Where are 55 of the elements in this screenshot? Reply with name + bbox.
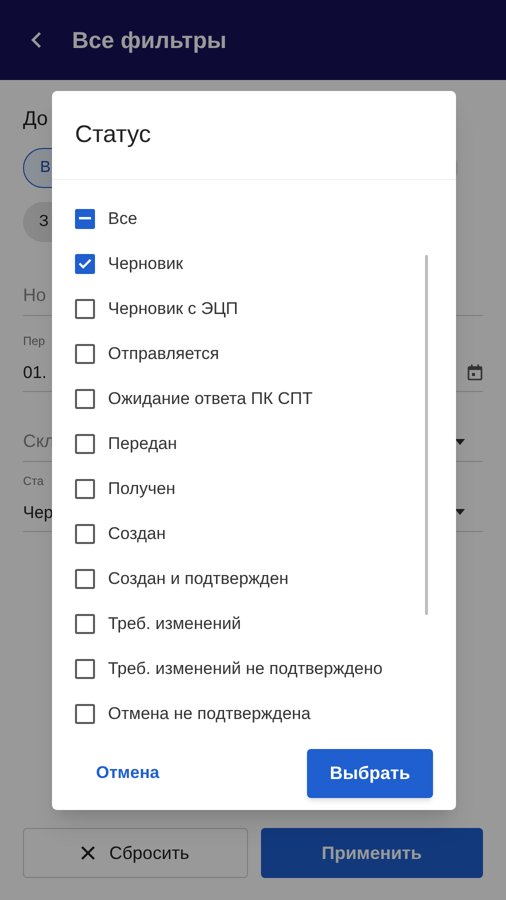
dropdown-arrow-icon[interactable]: [455, 509, 465, 515]
option-label: Треб. изменений не подтверждено: [108, 658, 383, 680]
option-label: Треб. изменений: [108, 612, 241, 635]
checkbox[interactable]: [75, 478, 95, 498]
option-label: Черновик: [108, 252, 184, 275]
checkbox[interactable]: [75, 658, 95, 678]
field-label: Пер: [23, 332, 46, 350]
option-label: Ожидание ответа ПК СПТ: [108, 388, 313, 410]
status-option[interactable]: Отправляется: [52, 331, 456, 376]
status-option[interactable]: Треб. изменений: [52, 601, 456, 646]
apply-button[interactable]: Применить: [260, 828, 483, 878]
field-value: 01.: [23, 362, 47, 384]
status-option[interactable]: Получен: [52, 466, 456, 511]
field-value: Чер: [23, 502, 54, 524]
status-option[interactable]: Черновик: [52, 241, 456, 286]
cancel-button[interactable]: Отмена: [75, 748, 180, 798]
option-label: Все: [108, 208, 138, 230]
section-title: До: [23, 107, 49, 132]
reset-button[interactable]: Сбросить: [23, 828, 248, 878]
option-label: Создан: [108, 522, 166, 545]
select-all-option[interactable]: Все: [52, 196, 456, 241]
close-icon: [81, 846, 96, 860]
checkbox[interactable]: [75, 208, 95, 228]
status-option[interactable]: Черновик с ЭЦП: [52, 286, 456, 331]
option-label: Черновик с ЭЦП: [108, 298, 238, 320]
status-option[interactable]: Ожидание ответа ПК СПТ: [52, 376, 456, 421]
checkbox[interactable]: [75, 614, 95, 634]
checkbox[interactable]: [75, 434, 95, 454]
status-option[interactable]: Передан: [52, 421, 456, 466]
check-icon: [78, 258, 92, 269]
dialog-title: Статус: [75, 120, 151, 150]
dropdown-arrow-icon[interactable]: [455, 439, 465, 445]
checkbox[interactable]: [75, 344, 95, 364]
checkbox[interactable]: [75, 524, 95, 544]
status-option[interactable]: Создан: [52, 511, 456, 556]
calendar-icon[interactable]: [467, 364, 483, 381]
checkbox[interactable]: [75, 298, 95, 318]
checkbox[interactable]: [75, 254, 95, 274]
status-option[interactable]: Отмена не подтверждена: [52, 691, 456, 736]
option-label: Передан: [108, 432, 177, 455]
field-label: Ста: [23, 472, 45, 490]
checkbox[interactable]: [75, 388, 95, 408]
select-button[interactable]: Выбрать: [307, 748, 433, 798]
field-placeholder: Но: [23, 284, 46, 307]
back-icon[interactable]: [30, 31, 42, 49]
status-option[interactable]: Создан и подтвержден: [52, 556, 456, 601]
minus-icon: [79, 217, 91, 220]
option-label: Создан и подтвержден: [108, 568, 289, 590]
status-option[interactable]: Треб. изменений не подтверждено: [52, 646, 456, 691]
option-label: Отправляется: [108, 342, 220, 365]
checkbox[interactable]: [75, 568, 95, 588]
checkbox[interactable]: [75, 704, 95, 724]
page-title: Все фильтры: [72, 26, 227, 55]
option-label: Получен: [108, 478, 176, 500]
option-label: Отмена не подтверждена: [108, 702, 311, 725]
